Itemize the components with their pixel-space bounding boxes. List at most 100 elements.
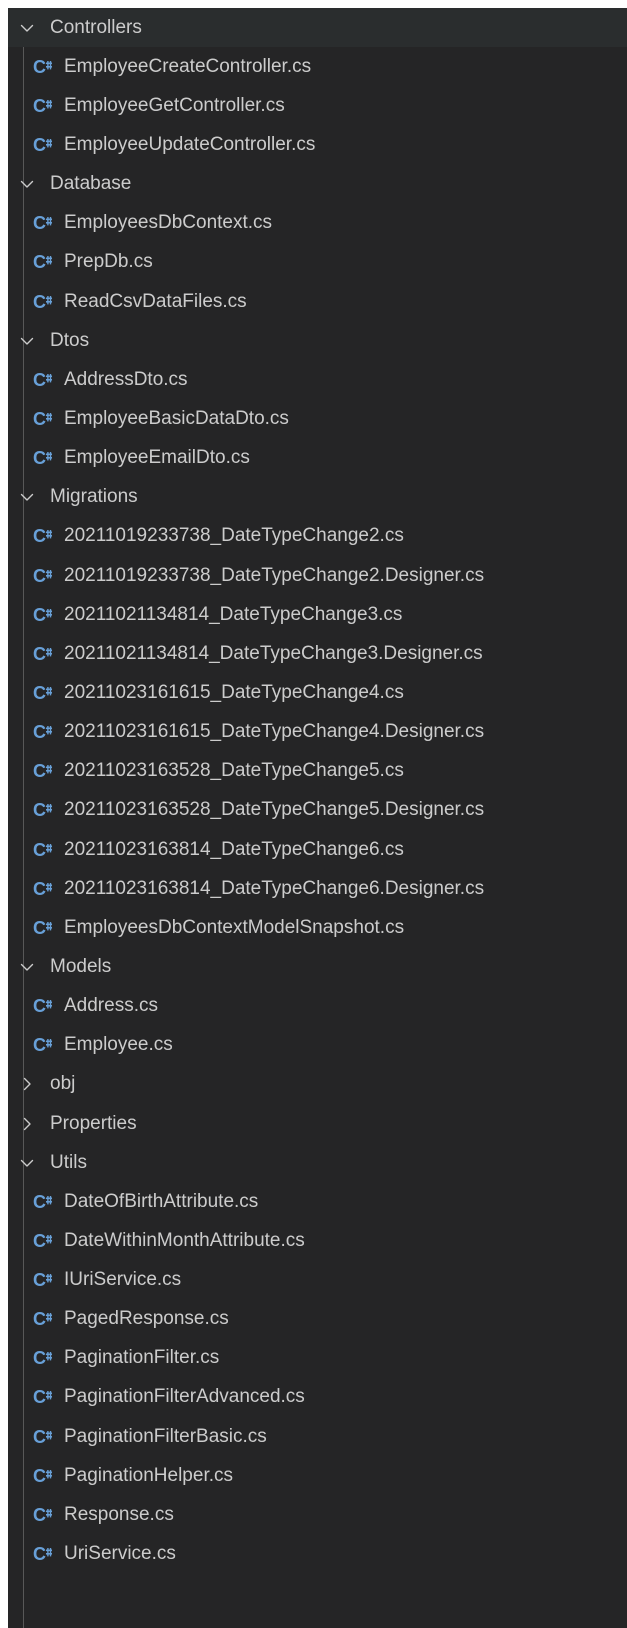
file-label: Response.cs (64, 1503, 174, 1525)
folder-migrations[interactable]: Migrations (8, 478, 627, 517)
file-label: 20211023163528_DateTypeChange5.Designer.… (64, 799, 485, 821)
file-20211021134814-datetypechange3-designer-cs[interactable]: C 20211021134814_DateTypeChange3.Designer… (8, 634, 627, 673)
file-label: UriService.cs (64, 1543, 176, 1565)
file-response-cs[interactable]: C Response.cs (8, 1495, 627, 1534)
csharp-file-icon: C (32, 995, 54, 1017)
chevron-down-icon[interactable] (18, 1154, 36, 1172)
svg-text:C: C (33, 1348, 46, 1368)
chevron-right-icon[interactable] (18, 1115, 36, 1133)
file-label: 20211019233738_DateTypeChange2.Designer.… (64, 564, 485, 586)
csharp-file-icon: C (32, 1269, 54, 1291)
file-label: EmployeesDbContextModelSnapshot.cs (64, 916, 405, 938)
file-20211023161615-datetypechange4-cs[interactable]: C 20211023161615_DateTypeChange4.cs (8, 673, 627, 712)
csharp-file-icon: C (32, 760, 54, 782)
folder-utils[interactable]: Utils (8, 1143, 627, 1182)
csharp-file-icon: C (32, 1426, 54, 1448)
file-label: EmployeeBasicDataDto.cs (64, 407, 289, 429)
svg-text:C: C (33, 292, 46, 312)
file-20211023163528-datetypechange5-designer-cs[interactable]: C 20211023163528_DateTypeChange5.Designer… (8, 791, 627, 830)
file-prepdb-cs[interactable]: C PrepDb.cs (8, 243, 627, 282)
svg-text:C: C (33, 722, 46, 742)
csharp-file-icon: C (32, 682, 54, 704)
file-employeesdbcontextmodelsnapshot-cs[interactable]: C EmployeesDbContextModelSnapshot.cs (8, 908, 627, 947)
csharp-file-icon: C (32, 56, 54, 78)
chevron-down-icon[interactable] (18, 332, 36, 350)
file-label: Address.cs (64, 995, 158, 1017)
csharp-file-icon: C (32, 721, 54, 743)
file-label: EmployeeUpdateController.cs (64, 133, 316, 155)
file-label: 20211021134814_DateTypeChange3.Designer.… (64, 642, 483, 664)
csharp-file-icon: C (32, 447, 54, 469)
svg-text:C: C (33, 566, 46, 586)
csharp-file-icon: C (32, 1347, 54, 1369)
folder-controllers[interactable]: Controllers (8, 8, 627, 48)
file-dateofbirthattribute-cs[interactable]: C DateOfBirthAttribute.cs (8, 1182, 627, 1221)
file-pagedresponse-cs[interactable]: C PagedResponse.cs (8, 1300, 627, 1339)
file-20211023163814-datetypechange6-cs[interactable]: C 20211023163814_DateTypeChange6.cs (8, 830, 627, 869)
csharp-file-icon: C (32, 565, 54, 587)
file-paginationfilter-cs[interactable]: C PaginationFilter.cs (8, 1339, 627, 1378)
file-20211023163814-datetypechange6-designer-cs[interactable]: C 20211023163814_DateTypeChange6.Designer… (8, 869, 627, 908)
chevron-right-icon[interactable] (18, 1075, 36, 1093)
file-addressdto-cs[interactable]: C AddressDto.cs (8, 360, 627, 399)
file-20211021134814-datetypechange3-cs[interactable]: C 20211021134814_DateTypeChange3.cs (8, 595, 627, 634)
file-datewithinmonthattribute-cs[interactable]: C DateWithinMonthAttribute.cs (8, 1221, 627, 1260)
folder-label: Migrations (50, 486, 138, 508)
file-label: PaginationFilterAdvanced.cs (64, 1386, 305, 1408)
file-20211023163528-datetypechange5-cs[interactable]: C 20211023163528_DateTypeChange5.cs (8, 752, 627, 791)
file-uriservice-cs[interactable]: C UriService.cs (8, 1534, 627, 1573)
folder-properties[interactable]: Properties (8, 1104, 627, 1143)
file-20211023161615-datetypechange4-designer-cs[interactable]: C 20211023161615_DateTypeChange4.Designer… (8, 713, 627, 752)
csharp-file-icon: C (32, 212, 54, 234)
file-paginationfilteradvanced-cs[interactable]: C PaginationFilterAdvanced.cs (8, 1378, 627, 1417)
svg-text:C: C (33, 1505, 46, 1525)
file-label: DateOfBirthAttribute.cs (64, 1190, 259, 1212)
file-label: EmployeesDbContext.cs (64, 212, 273, 234)
svg-text:C: C (33, 1309, 46, 1329)
file-paginationfilterbasic-cs[interactable]: C PaginationFilterBasic.cs (8, 1417, 627, 1456)
file-employeegetcontroller-cs[interactable]: C EmployeeGetController.cs (8, 86, 627, 125)
file-label: PagedResponse.cs (64, 1308, 229, 1330)
file-20211019233738-datetypechange2-designer-cs[interactable]: C 20211019233738_DateTypeChange2.Designer… (8, 556, 627, 595)
svg-text:C: C (33, 644, 46, 664)
file-label: PrepDb.cs (64, 251, 153, 273)
csharp-file-icon: C (32, 291, 54, 313)
csharp-file-icon: C (32, 525, 54, 547)
file-label: 20211023161615_DateTypeChange4.cs (64, 681, 404, 703)
svg-text:C: C (33, 1192, 46, 1212)
file-paginationhelper-cs[interactable]: C PaginationHelper.cs (8, 1456, 627, 1495)
file-label: AddressDto.cs (64, 368, 188, 390)
file-employeecreatecontroller-cs[interactable]: C EmployeeCreateController.cs (8, 47, 627, 86)
file-employeeemaildto-cs[interactable]: C EmployeeEmailDto.cs (8, 439, 627, 478)
svg-text:C: C (33, 135, 46, 155)
file-address-cs[interactable]: C Address.cs (8, 987, 627, 1026)
file-employeebasicdatadto-cs[interactable]: C EmployeeBasicDataDto.cs (8, 399, 627, 438)
file-employeesdbcontext-cs[interactable]: C EmployeesDbContext.cs (8, 204, 627, 243)
csharp-file-icon: C (32, 917, 54, 939)
file-readcsvdatafiles-cs[interactable]: C ReadCsvDataFiles.cs (8, 282, 627, 321)
file-employeeupdatecontroller-cs[interactable]: C EmployeeUpdateController.cs (8, 125, 627, 164)
svg-text:C: C (33, 1270, 46, 1290)
file-label: PaginationFilterBasic.cs (64, 1425, 267, 1447)
chevron-down-icon[interactable] (18, 19, 36, 37)
folder-obj[interactable]: obj (8, 1065, 627, 1104)
csharp-file-icon: C (32, 408, 54, 430)
csharp-file-icon: C (32, 134, 54, 156)
file-label: IUriService.cs (64, 1269, 182, 1291)
chevron-down-icon[interactable] (18, 175, 36, 193)
folder-dtos[interactable]: Dtos (8, 321, 627, 360)
file-20211019233738-datetypechange2-cs[interactable]: C 20211019233738_DateTypeChange2.cs (8, 517, 627, 556)
file-label: EmployeeGetController.cs (64, 94, 285, 116)
chevron-down-icon[interactable] (18, 958, 36, 976)
file-employee-cs[interactable]: C Employee.cs (8, 1026, 627, 1065)
file-iuriservice-cs[interactable]: C IUriService.cs (8, 1261, 627, 1300)
csharp-file-icon: C (32, 369, 54, 391)
svg-text:C: C (33, 761, 46, 781)
file-label: PaginationFilter.cs (64, 1347, 220, 1369)
csharp-file-icon: C (32, 1465, 54, 1487)
file-label: 20211023161615_DateTypeChange4.Designer.… (64, 721, 485, 743)
file-label: 20211021134814_DateTypeChange3.cs (64, 603, 403, 625)
chevron-down-icon[interactable] (18, 488, 36, 506)
folder-database[interactable]: Database (8, 165, 627, 204)
folder-models[interactable]: Models (8, 947, 627, 986)
